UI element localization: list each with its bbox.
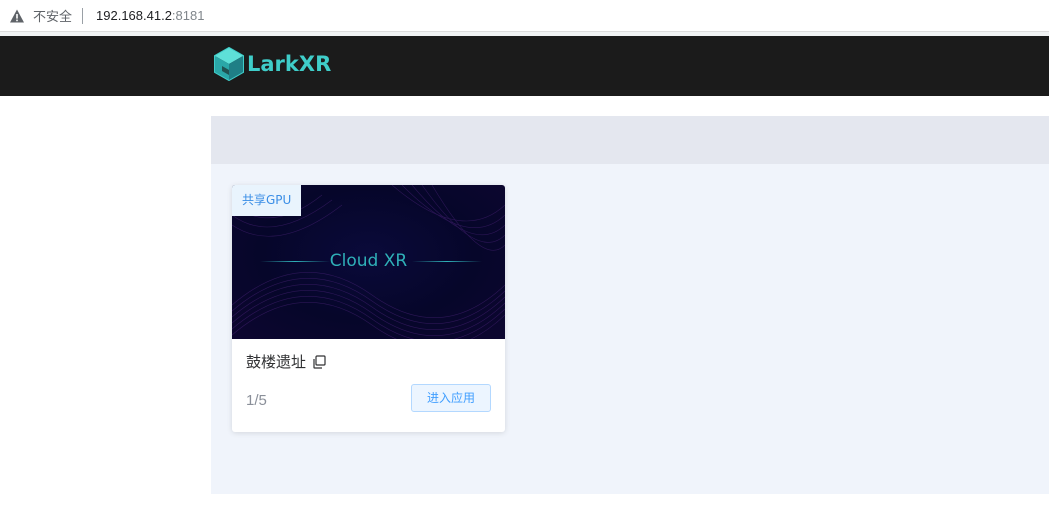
shared-gpu-badge: 共享GPU xyxy=(232,185,302,216)
larkxr-cube-logo-icon xyxy=(214,47,244,81)
warning-icon[interactable] xyxy=(9,8,25,24)
app-card[interactable]: Cloud XR 共享GPU 鼓楼遗址 1/5 进入应用 xyxy=(232,185,505,432)
url-host: 192.168.41.2 xyxy=(96,8,172,23)
brand-logo[interactable]: LarkXR xyxy=(213,47,331,81)
browser-address-bar[interactable]: 不安全 192.168.41.2:8181 xyxy=(0,0,1049,32)
content-toolbar xyxy=(211,116,1049,164)
copy-icon[interactable] xyxy=(312,354,326,369)
app-cover-image[interactable]: Cloud XR 共享GPU xyxy=(232,185,505,339)
logo-text: LarkXR xyxy=(247,52,332,76)
enter-app-button[interactable]: 进入应用 xyxy=(411,384,491,412)
app-name: 鼓楼遗址 xyxy=(246,353,307,371)
app-name-row: 鼓楼遗址 xyxy=(246,351,326,372)
url-text[interactable]: 192.168.41.2:8181 xyxy=(96,8,204,23)
security-status-label[interactable]: 不安全 xyxy=(33,6,72,25)
cover-title: Cloud XR xyxy=(329,251,408,271)
app-header: LarkXR xyxy=(0,36,1049,96)
url-port: :8181 xyxy=(171,8,205,23)
app-instance-count: 1/5 xyxy=(246,392,267,409)
address-separator xyxy=(82,7,84,24)
